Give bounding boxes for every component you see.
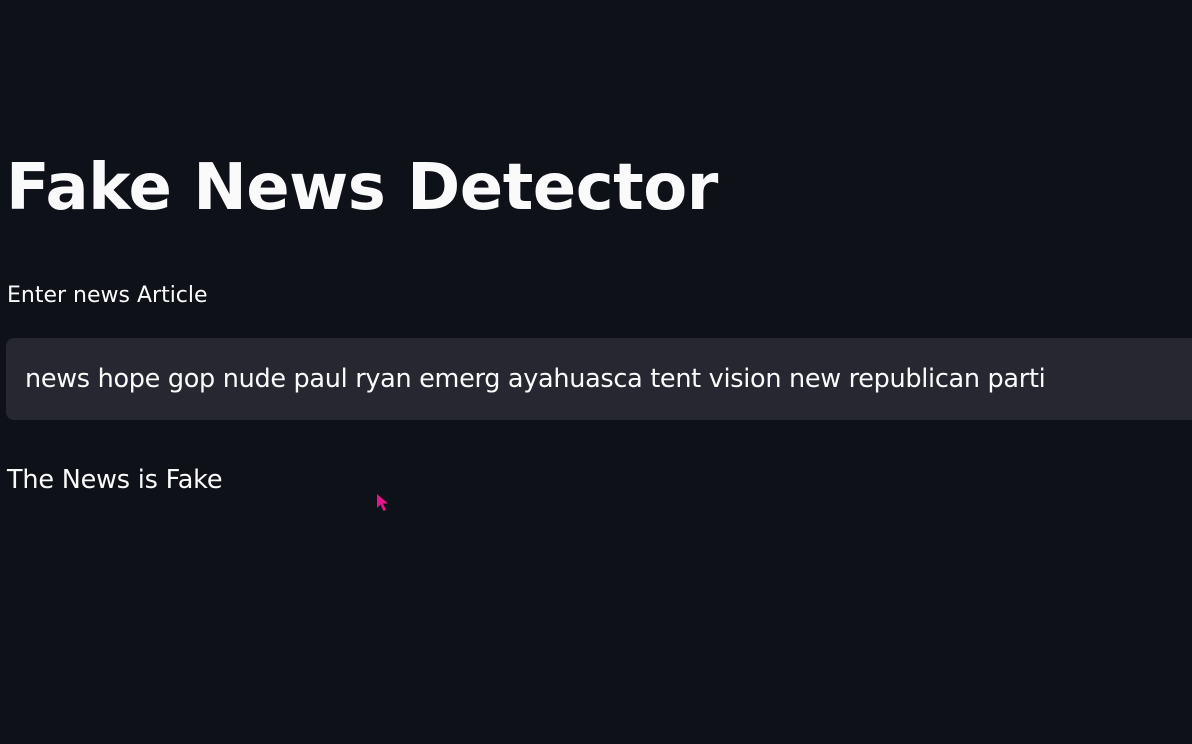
prediction-result: The News is Fake <box>7 465 223 495</box>
page-title: Fake News Detector <box>6 151 718 225</box>
mouse-pointer-icon <box>377 494 388 511</box>
news-article-input[interactable] <box>6 338 1192 420</box>
news-article-label: Enter news Article <box>7 283 208 308</box>
main-content: Fake News Detector Enter news Article Th… <box>0 0 1192 744</box>
